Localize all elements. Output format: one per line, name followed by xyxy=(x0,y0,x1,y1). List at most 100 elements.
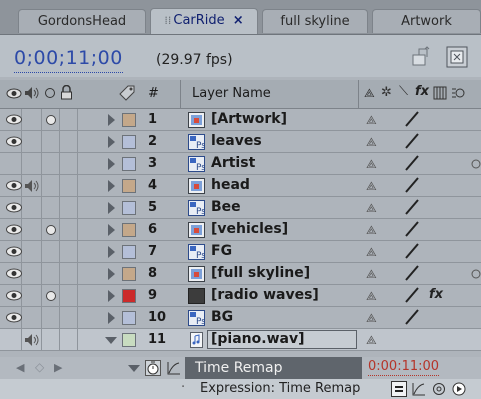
fx-icon[interactable]: fx xyxy=(429,287,443,302)
prev-keyframe-icon[interactable]: ◀ xyxy=(16,361,24,374)
graph-icon[interactable] xyxy=(166,360,182,376)
label-color-swatch[interactable] xyxy=(122,245,136,259)
label-color-swatch[interactable] xyxy=(122,289,136,303)
shy-icon[interactable]: ⟁ xyxy=(364,86,375,101)
eye-icon[interactable] xyxy=(6,88,22,99)
current-time-display[interactable]: 0;00;11;00 xyxy=(14,47,123,73)
flowchart-icon[interactable] xyxy=(410,46,432,68)
label-color-swatch[interactable] xyxy=(122,135,136,149)
label-color-swatch[interactable] xyxy=(122,333,136,347)
solo-icon[interactable] xyxy=(45,224,57,236)
motion-blur-icon[interactable] xyxy=(467,267,481,281)
eye-icon[interactable] xyxy=(5,180,23,191)
add-keyframe-icon[interactable]: ◇ xyxy=(35,360,44,374)
layer-row[interactable]: 1 [Artwork] ⟁ xyxy=(0,109,481,131)
speaker-icon[interactable] xyxy=(24,179,40,193)
layer-row[interactable]: 7 Ps FG ⟁ xyxy=(0,241,481,263)
shy-icon[interactable]: ⟁ xyxy=(366,223,377,238)
layer-row[interactable]: 9 [radio waves] ⟁ fx xyxy=(0,285,481,307)
shy-icon[interactable]: ⟁ xyxy=(366,267,377,282)
layer-name[interactable]: FG xyxy=(211,243,232,259)
label-tag-icon[interactable] xyxy=(118,84,136,102)
expression-menu-icon[interactable] xyxy=(451,381,467,397)
grip-icon[interactable]: ⁞⁞ xyxy=(164,14,171,27)
expand-twirl[interactable] xyxy=(108,312,115,324)
layer-row[interactable]: 2 Ps leaves ⟁ xyxy=(0,131,481,153)
layer-name[interactable]: [full skyline] xyxy=(211,265,310,281)
quality-icon[interactable] xyxy=(404,221,420,237)
label-color-swatch[interactable] xyxy=(122,223,136,237)
expand-twirl[interactable] xyxy=(108,158,115,170)
layer-name[interactable]: head xyxy=(211,177,250,193)
equals-icon[interactable] xyxy=(391,381,407,397)
solo-icon[interactable] xyxy=(44,87,56,99)
solo-icon[interactable] xyxy=(45,114,57,126)
quality-icon[interactable]: ⟍ xyxy=(399,84,408,99)
quality-icon[interactable] xyxy=(404,309,420,325)
tab-carride[interactable]: ⁞⁞ CarRide × xyxy=(150,8,258,34)
close-icon[interactable]: × xyxy=(233,13,244,28)
layer-row[interactable]: 10 Ps BG ⟁ xyxy=(0,307,481,329)
eye-icon[interactable] xyxy=(5,312,23,323)
expand-twirl[interactable] xyxy=(108,136,115,148)
label-color-swatch[interactable] xyxy=(122,311,136,325)
tab-gordonshead[interactable]: GordonsHead xyxy=(18,9,146,33)
speaker-icon[interactable] xyxy=(24,333,40,347)
layer-name[interactable]: [piano.wav] xyxy=(211,331,304,347)
tab-full-skyline[interactable]: full skyline xyxy=(262,9,368,33)
expand-twirl[interactable] xyxy=(108,202,115,214)
quality-icon[interactable] xyxy=(404,265,420,281)
shy-icon[interactable]: ⟁ xyxy=(366,245,377,260)
expand-twirl[interactable] xyxy=(108,114,115,126)
layer-name[interactable]: Artist xyxy=(211,155,255,171)
eye-icon[interactable] xyxy=(5,136,23,147)
shy-icon[interactable]: ⟁ xyxy=(366,333,377,348)
time-remap-property-row[interactable]: ◀ ◇ ▶ Time Remap 0:00:11:00 xyxy=(0,357,481,379)
label-color-swatch[interactable] xyxy=(122,201,136,215)
shy-icon[interactable]: ⟁ xyxy=(366,135,377,150)
fx-icon[interactable]: fx xyxy=(415,84,429,99)
tab-artwork[interactable]: Artwork xyxy=(372,9,481,33)
next-keyframe-icon[interactable]: ▶ xyxy=(54,361,62,374)
layer-name[interactable]: leaves xyxy=(211,133,262,149)
shy-icon[interactable]: ⟁ xyxy=(366,311,377,326)
label-color-swatch[interactable] xyxy=(122,267,136,281)
collapse-twirl[interactable] xyxy=(128,365,140,372)
layer-row[interactable]: 8 [full skyline] ⟁ xyxy=(0,263,481,285)
shy-icon[interactable]: ⟁ xyxy=(366,179,377,194)
comp-mini-icon[interactable] xyxy=(446,46,468,68)
label-color-swatch[interactable] xyxy=(122,179,136,193)
quality-icon[interactable] xyxy=(404,133,420,149)
shy-icon[interactable]: ⟁ xyxy=(366,289,377,304)
eye-icon[interactable] xyxy=(5,114,23,125)
time-remap-value[interactable]: 0:00:11:00 xyxy=(368,359,440,376)
layer-row[interactable]: 3 Ps Artist ⟁ xyxy=(0,153,481,175)
layer-name[interactable]: BG xyxy=(211,309,233,325)
layer-name[interactable]: [vehicles] xyxy=(211,221,288,237)
eye-icon[interactable] xyxy=(5,290,23,301)
motion-blur-icon[interactable] xyxy=(467,157,481,171)
shy-icon[interactable]: ⟁ xyxy=(366,113,377,128)
collapse-icon[interactable]: ✲ xyxy=(381,85,392,100)
expand-twirl[interactable] xyxy=(108,290,115,302)
label-color-swatch[interactable] xyxy=(122,113,136,127)
frame-blend-icon[interactable] xyxy=(433,86,447,100)
shy-icon[interactable]: ⟁ xyxy=(366,201,377,216)
layer-row[interactable]: 5 Ps Bee ⟁ xyxy=(0,197,481,219)
eye-icon[interactable] xyxy=(5,268,23,279)
layer-name[interactable]: Bee xyxy=(211,199,241,215)
layer-name[interactable]: [Artwork] xyxy=(211,111,287,127)
eye-icon[interactable] xyxy=(5,224,23,235)
speaker-icon[interactable] xyxy=(24,86,40,100)
eye-icon[interactable] xyxy=(5,246,23,257)
eye-icon[interactable] xyxy=(5,202,23,213)
quality-icon[interactable] xyxy=(404,199,420,215)
layer-row[interactable]: 4 head ⟁ xyxy=(0,175,481,197)
quality-icon[interactable] xyxy=(404,243,420,259)
solo-icon[interactable] xyxy=(45,290,57,302)
expand-twirl[interactable] xyxy=(108,180,115,192)
expression-graph-icon[interactable] xyxy=(411,381,427,397)
motion-blur-icon[interactable] xyxy=(451,85,465,101)
expand-twirl[interactable] xyxy=(108,246,115,258)
lock-icon[interactable] xyxy=(60,85,73,100)
